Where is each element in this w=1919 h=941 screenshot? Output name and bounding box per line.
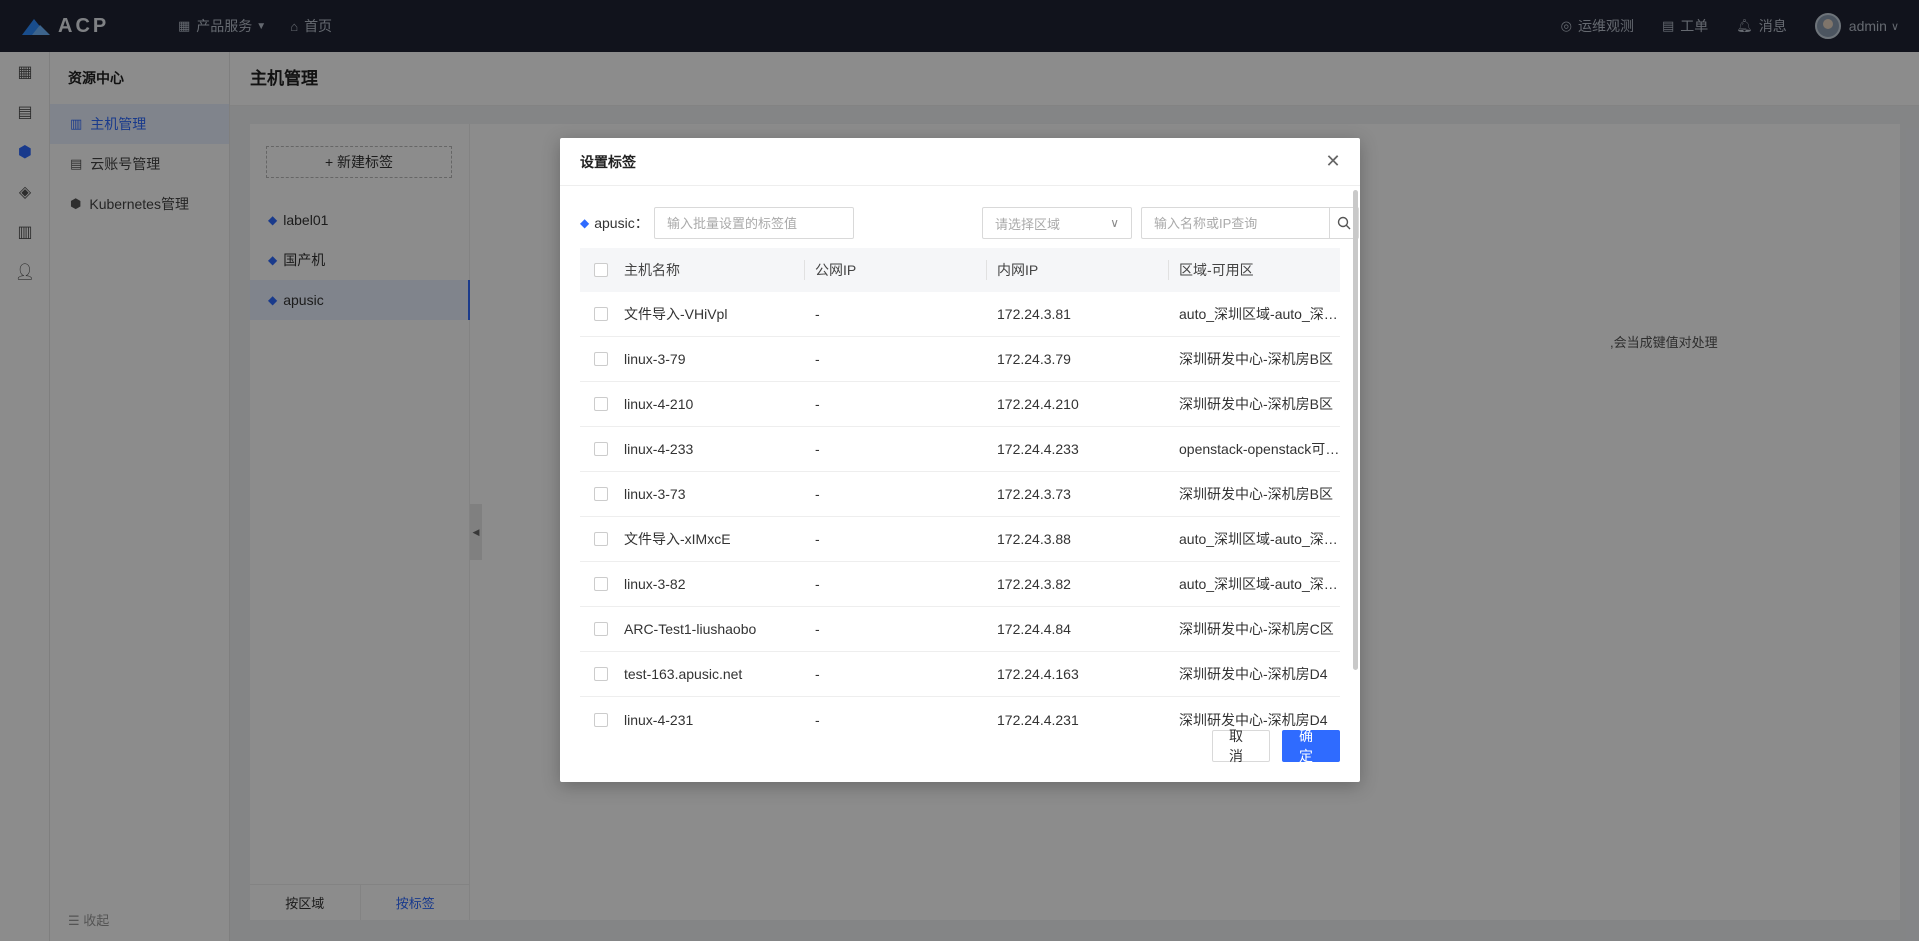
row-checkbox[interactable] (594, 712, 608, 727)
private-ip: 172.24.3.82 (997, 576, 1071, 592)
tag-key-text: apusic： (594, 215, 649, 231)
host-name: 文件导入-xIMxcE (624, 531, 731, 547)
dialog-title: 设置标签 (580, 153, 636, 170)
column-header: 区域-可用区 (1168, 260, 1340, 280)
table-row[interactable]: linux-3-82 - 172.24.3.82 auto_深圳区域-auto_… (580, 562, 1340, 607)
region-zone: 深圳研发中心-深机房B区 (1179, 486, 1333, 502)
table-row[interactable]: linux-3-79 - 172.24.3.79 深圳研发中心-深机房B区 (580, 337, 1340, 382)
table-row[interactable]: linux-3-73 - 172.24.3.73 深圳研发中心-深机房B区 (580, 472, 1340, 517)
private-ip: 172.24.4.84 (997, 621, 1071, 637)
private-ip: 172.24.3.79 (997, 351, 1071, 367)
host-name: 文件导入-VHiVpl (624, 306, 728, 322)
table-row[interactable]: 文件导入-xIMxcE - 172.24.3.88 auto_深圳区域-auto… (580, 517, 1340, 562)
row-checkbox[interactable] (594, 442, 608, 456)
private-ip: 172.24.3.73 (997, 486, 1071, 502)
table-row[interactable]: test-163.apusic.net - 172.24.4.163 深圳研发中… (580, 652, 1340, 697)
row-checkbox[interactable] (594, 487, 608, 501)
host-name: linux-3-73 (624, 486, 686, 502)
confirm-button[interactable]: 确 定 (1282, 728, 1340, 764)
dialog-header: 设置标签 ✕ (560, 138, 1360, 186)
tag-key-label: ◆ apusic： (580, 206, 649, 240)
region-zone: auto_深圳区域-auto_深圳可用区 (1179, 531, 1340, 547)
region-zone: auto_深圳区域-auto_深圳可用区 (1179, 576, 1340, 592)
host-name: test-163.apusic.net (624, 666, 743, 682)
private-ip: 172.24.4.163 (997, 666, 1079, 682)
private-ip: 172.24.4.210 (997, 396, 1079, 412)
table-header: 主机名称 公网IP 内网IP 区域-可用区 (580, 248, 1340, 292)
host-name: linux-4-233 (624, 441, 694, 457)
private-ip: 172.24.3.88 (997, 531, 1071, 547)
region-select-placeholder: 请选择区域 (995, 216, 1061, 232)
host-name: linux-4-210 (624, 396, 694, 412)
private-ip: 172.24.4.231 (997, 711, 1079, 728)
public-ip: - (815, 306, 820, 322)
dialog-toolbar: ◆ apusic： 请选择区域 ∨ (580, 206, 1359, 240)
column-header: 内网IP (986, 260, 1168, 280)
tag-icon: ◆ (580, 216, 590, 230)
private-ip: 172.24.4.233 (997, 441, 1079, 457)
region-zone: 深圳研发中心-深机房B区 (1179, 396, 1333, 412)
column-header: 主机名称 (624, 262, 680, 278)
cancel-button[interactable]: 取 消 (1212, 728, 1270, 764)
set-tag-dialog: 设置标签 ✕ ◆ apusic： 请选择区域 ∨ 主机名称 公网IP 内网IP … (560, 138, 1360, 782)
table-row[interactable]: linux-4-233 - 172.24.4.233 openstack-ope… (580, 427, 1340, 472)
table-row[interactable]: 文件导入-VHiVpl - 172.24.3.81 auto_深圳区域-auto… (580, 292, 1340, 337)
row-checkbox[interactable] (594, 352, 608, 366)
region-zone: 深圳研发中心-深机房D4 (1179, 666, 1328, 682)
public-ip: - (815, 711, 820, 728)
search-input[interactable] (1141, 207, 1329, 239)
public-ip: - (815, 396, 820, 412)
region-zone: openstack-openstack可用区 (1179, 441, 1340, 457)
public-ip: - (815, 486, 820, 502)
dialog-scrollbar[interactable] (1353, 190, 1358, 670)
public-ip: - (815, 576, 820, 592)
host-name: linux-3-79 (624, 351, 686, 367)
tag-value-input[interactable] (654, 207, 854, 239)
private-ip: 172.24.3.81 (997, 306, 1071, 322)
host-name: linux-3-82 (624, 576, 686, 592)
chevron-down-icon: ∨ (1110, 216, 1119, 230)
host-table: 主机名称 公网IP 内网IP 区域-可用区 文件导入-VHiVpl - 172.… (580, 248, 1340, 742)
close-icon[interactable]: ✕ (1324, 152, 1342, 170)
table-row[interactable]: ARC-Test1-liushaobo - 172.24.4.84 深圳研发中心… (580, 607, 1340, 652)
row-checkbox[interactable] (594, 397, 608, 411)
public-ip: - (815, 621, 820, 637)
region-zone: 深圳研发中心-深机房C区 (1179, 621, 1334, 637)
region-zone: 深圳研发中心-深机房B区 (1179, 351, 1333, 367)
column-header: 公网IP (804, 260, 986, 280)
public-ip: - (815, 531, 820, 547)
host-name: ARC-Test1-liushaobo (624, 621, 757, 637)
host-name: linux-4-231 (624, 711, 694, 728)
dialog-footer: 取 消 确 定 (1212, 728, 1340, 764)
search-icon (1337, 216, 1351, 230)
public-ip: - (815, 441, 820, 457)
region-select[interactable]: 请选择区域 ∨ (982, 207, 1132, 239)
public-ip: - (815, 666, 820, 682)
row-checkbox[interactable] (594, 307, 608, 321)
row-checkbox[interactable] (594, 532, 608, 546)
select-all-checkbox[interactable] (594, 263, 608, 277)
table-row[interactable]: linux-4-210 - 172.24.4.210 深圳研发中心-深机房B区 (580, 382, 1340, 427)
public-ip: - (815, 351, 820, 367)
row-checkbox[interactable] (594, 577, 608, 591)
row-checkbox[interactable] (594, 667, 608, 681)
row-checkbox[interactable] (594, 622, 608, 636)
region-zone: auto_深圳区域-auto_深圳可用区 (1179, 306, 1340, 322)
